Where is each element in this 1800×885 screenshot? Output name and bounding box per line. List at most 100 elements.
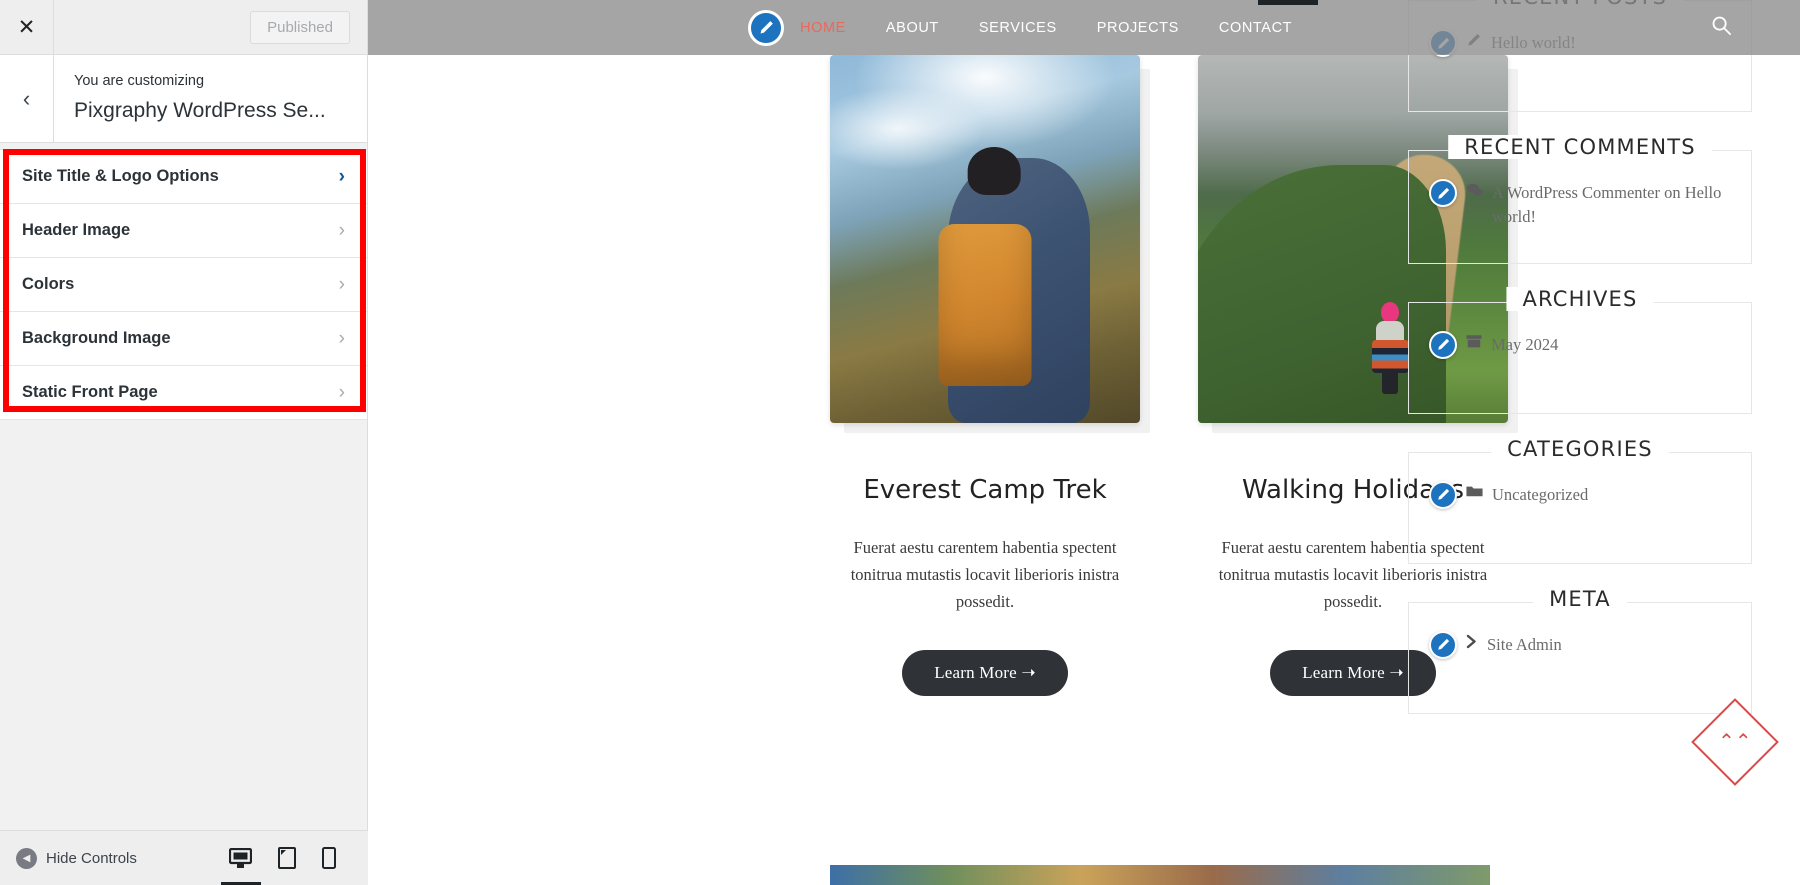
back-button[interactable]: ‹: [0, 55, 54, 142]
list-item: A WordPress Commenter on Hello world!: [1429, 179, 1731, 229]
section-label: Colors: [22, 275, 75, 293]
widget-heading: CATEGORIES: [1491, 436, 1669, 461]
chevron-right-icon: ›: [338, 382, 345, 403]
walker-figure: [1371, 298, 1409, 394]
customizer-topbar: ✕ Published: [0, 0, 367, 55]
widget-heading: RECENT COMMENTS: [1448, 135, 1712, 159]
widget-heading: ARCHIVES: [1506, 286, 1654, 311]
widget-recent-comments: RECENT COMMENTS A WordPress Commenter on…: [1408, 135, 1752, 264]
preview-top-tab-indicator: [1258, 0, 1318, 5]
mobile-preview-button[interactable]: [322, 847, 336, 869]
widget-edit-pin[interactable]: [1429, 179, 1457, 207]
footer-image-strip: [830, 865, 1490, 885]
site-preview: HOME ABOUT SERVICES PROJECTS CONTACT Eve…: [368, 0, 1800, 885]
nav-link-services[interactable]: SERVICES: [979, 20, 1057, 36]
chevron-left-icon: ‹: [22, 85, 31, 111]
sidebar-item-static-front-page[interactable]: Static Front Page ›: [0, 366, 367, 420]
published-button[interactable]: Published: [250, 10, 350, 44]
desktop-icon: [229, 847, 252, 868]
pencil-edit-icon: [1437, 639, 1449, 651]
widget-item-label[interactable]: May 2024: [1491, 333, 1558, 357]
theme-title: Pixgraphy WordPress Se...: [74, 98, 326, 122]
featured-cards-row: Everest Camp Trek Fuerat aestu carentem …: [368, 55, 1508, 696]
card-image-frame: [830, 55, 1140, 423]
comments-icon: [1466, 182, 1483, 203]
widget-edit-pin[interactable]: [1429, 630, 1457, 659]
section-label: Site Title & Logo Options: [22, 167, 219, 185]
widget-frame: CATEGORIES Uncategorized: [1408, 436, 1752, 564]
card-everest-camp-trek: Everest Camp Trek Fuerat aestu carentem …: [830, 55, 1140, 696]
pencil-edit-icon: [1437, 339, 1449, 351]
section-label: Static Front Page: [22, 383, 158, 401]
widget-item-label[interactable]: Site Admin: [1487, 633, 1562, 657]
search-icon: [1712, 16, 1731, 35]
widget-archives: ARCHIVES May 2024: [1408, 286, 1752, 414]
section-label: Background Image: [22, 329, 171, 347]
learn-more-button[interactable]: Learn More ➝: [902, 649, 1068, 696]
wordpress-customizer-panel: ✕ Published ‹ You are customizing Pixgra…: [0, 0, 368, 885]
widget-item-label[interactable]: Uncategorized: [1492, 483, 1588, 507]
hide-controls-label: Hide Controls: [46, 849, 137, 867]
widget-heading: META: [1533, 586, 1627, 611]
tablet-icon: [278, 847, 296, 869]
nav-link-home[interactable]: HOME: [800, 20, 846, 36]
section-label: Header Image: [22, 221, 131, 239]
publish-area: Published: [54, 10, 367, 44]
sidebar-item-background-image[interactable]: Background Image ›: [0, 312, 367, 366]
widget-frame: ARCHIVES May 2024: [1408, 286, 1752, 414]
tablet-preview-button[interactable]: [278, 847, 296, 869]
walker-legs: [1382, 370, 1399, 394]
site-navigation-bar: HOME ABOUT SERVICES PROJECTS CONTACT: [368, 0, 1800, 55]
folder-icon: [1466, 484, 1483, 504]
card-image: [830, 55, 1140, 423]
pencil-edit-icon: [1437, 187, 1449, 199]
primary-menu: HOME ABOUT SERVICES PROJECTS CONTACT: [800, 20, 1292, 36]
customizer-header-text: You are customizing Pixgraphy WordPress …: [54, 71, 326, 126]
sidebar-item-site-title-logo-options[interactable]: Site Title & Logo Options ›: [0, 150, 367, 204]
site-logo-edit-pin[interactable]: [748, 9, 784, 46]
pencil-edit-icon: [760, 21, 773, 34]
widget-frame: META Site Admin: [1408, 586, 1752, 714]
sidebar-item-colors[interactable]: Colors ›: [0, 258, 367, 312]
hide-controls-button[interactable]: ◀ Hide Controls: [16, 847, 137, 869]
nav-link-projects[interactable]: PROJECTS: [1097, 20, 1179, 36]
widget-item-label[interactable]: A WordPress Commenter on Hello world!: [1492, 181, 1731, 229]
widget-categories: CATEGORIES Uncategorized: [1408, 436, 1752, 564]
hiker-photo: [830, 55, 1140, 423]
search-button[interactable]: [1711, 15, 1732, 41]
widget-meta: META Site Admin: [1408, 586, 1752, 714]
widget-edit-pin[interactable]: [1429, 480, 1457, 509]
nav-link-contact[interactable]: CONTACT: [1219, 20, 1292, 36]
widget-frame: RECENT COMMENTS A WordPress Commenter on…: [1408, 135, 1752, 264]
chevron-right-icon: ›: [338, 220, 345, 241]
list-item: Uncategorized: [1429, 480, 1731, 509]
hiker-head: [967, 147, 1021, 195]
close-customizer-button[interactable]: ✕: [0, 0, 54, 54]
walker-skirt: [1371, 339, 1409, 373]
customizer-footer: ◀ Hide Controls: [0, 830, 368, 885]
device-preview-switcher: [229, 847, 354, 869]
widget-edit-pin[interactable]: [1429, 330, 1457, 359]
chevron-right-icon: [1466, 634, 1478, 654]
chevron-right-icon: ›: [338, 166, 345, 187]
card-title: Everest Camp Trek: [863, 475, 1107, 505]
list-item: May 2024: [1429, 330, 1731, 359]
customizing-subtitle: You are customizing: [74, 72, 205, 89]
archive-box-icon: [1466, 334, 1482, 354]
card-action-area: Learn More ➝: [830, 649, 1140, 696]
close-icon: ✕: [17, 15, 36, 39]
customizer-screen: ✕ Published ‹ You are customizing Pixgra…: [0, 0, 1800, 885]
pencil-edit-icon: [1437, 489, 1449, 501]
chevron-right-icon: ›: [338, 274, 345, 295]
double-chevron-up-icon: ⌃⌃: [1718, 730, 1752, 753]
sidebar-item-header-image[interactable]: Header Image ›: [0, 204, 367, 258]
customizer-header: ‹ You are customizing Pixgraphy WordPres…: [0, 55, 367, 143]
customizer-sections-wrapper: Site Title & Logo Options › Header Image…: [0, 149, 367, 420]
card-description: Fuerat aestu carentem habentia spectent …: [850, 538, 1120, 611]
collapse-arrow-icon: ◀: [16, 847, 37, 869]
desktop-preview-button[interactable]: [229, 847, 252, 869]
customizer-section-list: Site Title & Logo Options › Header Image…: [0, 149, 367, 420]
nav-link-about[interactable]: ABOUT: [886, 20, 939, 36]
list-item: Site Admin: [1429, 630, 1731, 659]
sidebar-widgets: RECENT POSTS Hello world!: [1408, 0, 1752, 752]
